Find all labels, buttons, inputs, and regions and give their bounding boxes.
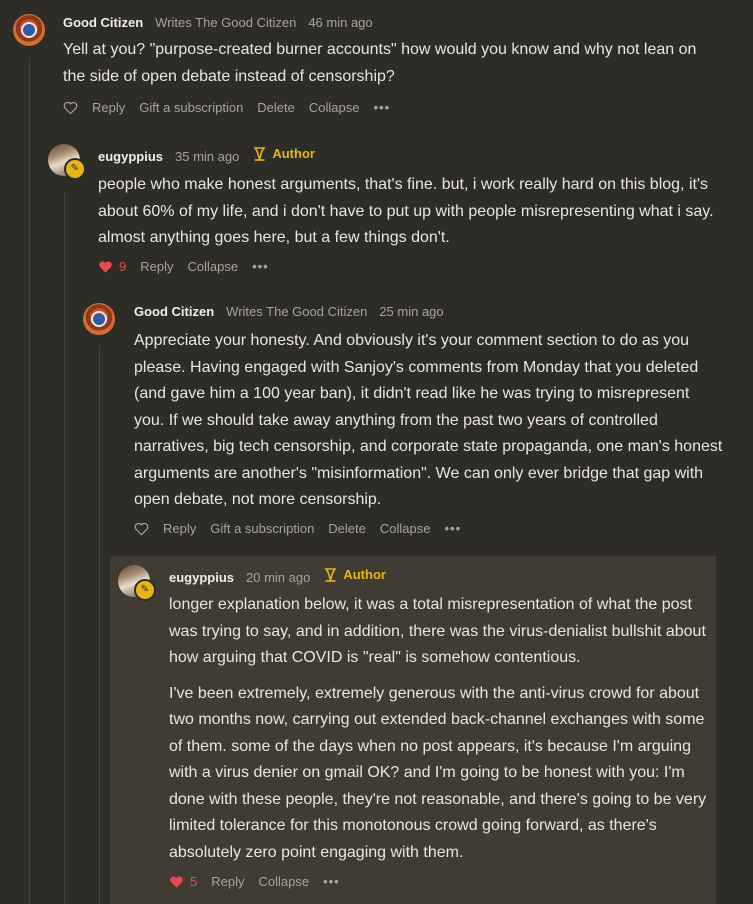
heart-icon: [99, 260, 112, 273]
like-button[interactable]: [63, 101, 78, 115]
author-badge: Author: [253, 146, 315, 161]
reply-button[interactable]: Reply: [163, 521, 196, 536]
comment-actions: 9 Reply Collapse •••: [98, 259, 269, 274]
avatar[interactable]: [83, 303, 115, 335]
author-name[interactable]: eugyppius: [169, 570, 234, 585]
heart-icon: [134, 522, 149, 535]
comment-paragraph: longer explanation below, it was a total…: [169, 596, 706, 666]
author-badge: Author: [324, 567, 386, 582]
timestamp[interactable]: 25 min ago: [379, 304, 443, 319]
collapse-button[interactable]: Collapse: [309, 100, 360, 115]
gift-subscription-button[interactable]: Gift a subscription: [210, 521, 314, 536]
comment-body: people who make honest arguments, that's…: [98, 172, 718, 261]
collapse-button[interactable]: Collapse: [258, 874, 309, 889]
comment-body: Yell at you? "purpose-created burner acc…: [63, 37, 723, 99]
author-name[interactable]: eugyppius: [98, 149, 163, 164]
comment-actions: Reply Gift a subscription Delete Collaps…: [134, 521, 461, 536]
heart-icon: [63, 101, 78, 114]
pen-nib-icon: [253, 146, 266, 161]
author-subtitle[interactable]: Writes The Good Citizen: [226, 304, 367, 319]
collapse-button[interactable]: Collapse: [380, 521, 431, 536]
avatar[interactable]: [13, 14, 45, 46]
like-count: 5: [190, 874, 198, 889]
collapse-button[interactable]: Collapse: [187, 259, 238, 274]
comment-body: Appreciate your honesty. And obviously i…: [134, 328, 724, 523]
heart-icon: [170, 875, 183, 888]
reply-button[interactable]: Reply: [92, 100, 125, 115]
timestamp[interactable]: 46 min ago: [308, 15, 372, 30]
author-badge-icon: ✎: [134, 579, 156, 601]
reply-button[interactable]: Reply: [211, 874, 244, 889]
avatar[interactable]: ✎: [118, 565, 156, 601]
comment-header: Good Citizen Writes The Good Citizen 46 …: [63, 15, 387, 30]
avatar[interactable]: ✎: [48, 144, 86, 180]
like-button[interactable]: 5: [169, 874, 197, 889]
author-badge-icon: ✎: [64, 158, 86, 180]
comment-actions: 5 Reply Collapse •••: [169, 874, 340, 889]
comment-paragraph: Yell at you? "purpose-created burner acc…: [63, 41, 697, 85]
comment-header: Good Citizen Writes The Good Citizen 25 …: [134, 304, 458, 319]
author-label: Author: [272, 146, 315, 161]
thread-line: [99, 345, 100, 904]
pen-nib-icon: [324, 567, 337, 582]
comment-header: eugyppius 35 min ago Author: [98, 146, 315, 164]
timestamp[interactable]: 35 min ago: [175, 149, 239, 164]
timestamp[interactable]: 20 min ago: [246, 570, 310, 585]
thread-line: [64, 192, 65, 904]
more-options-button[interactable]: •••: [323, 874, 340, 889]
more-options-button[interactable]: •••: [373, 100, 390, 115]
like-button[interactable]: [134, 522, 149, 536]
like-button[interactable]: 9: [98, 259, 126, 274]
comment-header: eugyppius 20 min ago Author: [169, 567, 386, 585]
author-name[interactable]: Good Citizen: [134, 304, 214, 319]
like-count: 9: [119, 259, 127, 274]
author-name[interactable]: Good Citizen: [63, 15, 143, 30]
more-options-button[interactable]: •••: [252, 259, 269, 274]
thread-line: [29, 58, 30, 904]
comment-paragraph: people who make honest arguments, that's…: [98, 176, 714, 246]
comment-paragraph: I've been extremely, extremely generous …: [169, 684, 707, 861]
more-options-button[interactable]: •••: [444, 521, 461, 536]
comment-body: longer explanation below, it was a total…: [169, 592, 709, 875]
comment-paragraph: Appreciate your honesty. And obviously i…: [134, 332, 723, 508]
author-label: Author: [343, 567, 386, 582]
author-subtitle[interactable]: Writes The Good Citizen: [155, 15, 296, 30]
delete-button[interactable]: Delete: [328, 521, 366, 536]
reply-button[interactable]: Reply: [140, 259, 173, 274]
delete-button[interactable]: Delete: [257, 100, 295, 115]
comment-actions: Reply Gift a subscription Delete Collaps…: [63, 100, 390, 115]
gift-subscription-button[interactable]: Gift a subscription: [139, 100, 243, 115]
